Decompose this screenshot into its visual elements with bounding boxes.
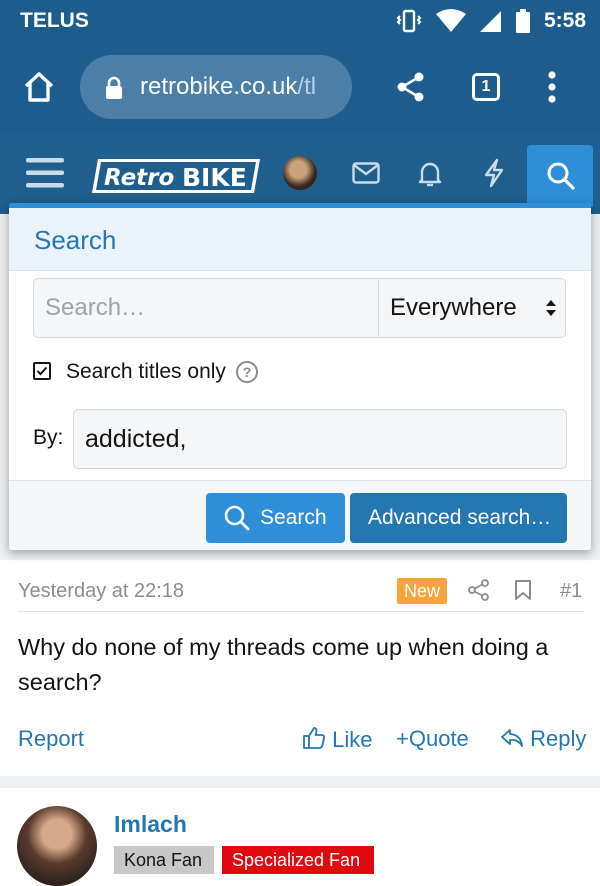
like-label: Like <box>332 727 373 752</box>
titles-only-label[interactable]: Search titles only <box>66 360 226 384</box>
plus-icon: + <box>396 726 409 751</box>
search-popup: Search Everywhere Search titles only ? B… <box>9 203 591 550</box>
search-button-label: Search <box>260 506 327 529</box>
post-body: Why do none of my threads come up when d… <box>18 634 549 695</box>
titles-only-checkbox[interactable] <box>33 362 51 380</box>
lightning-icon[interactable] <box>482 158 506 188</box>
post-date[interactable]: Yesterday at 22:18 <box>18 580 184 603</box>
advanced-search-button[interactable]: Advanced search… <box>350 493 567 543</box>
reply-button[interactable]: Reply <box>500 726 586 752</box>
reply-icon <box>501 729 523 747</box>
carrier-name: TELUS <box>20 9 89 32</box>
url-path: /tl <box>297 73 317 100</box>
quote-button[interactable]: +Quote <box>396 726 469 752</box>
svg-text:BIKE: BIKE <box>182 163 247 192</box>
mail-icon[interactable] <box>352 162 380 184</box>
svg-text:Retro: Retro <box>104 165 174 191</box>
status-bar: TELUS 5:58 <box>0 0 600 42</box>
url-text: retrobike.co.uk/tl <box>140 73 340 101</box>
share-icon[interactable] <box>468 579 490 601</box>
search-icon <box>224 505 250 531</box>
home-icon[interactable] <box>22 70 56 104</box>
tabs-icon[interactable]: 1 <box>472 73 500 101</box>
scope-value: Everywhere <box>390 294 517 321</box>
help-icon[interactable]: ? <box>236 361 258 383</box>
reply-label: Reply <box>530 726 587 751</box>
by-member-input[interactable] <box>73 409 567 469</box>
post-number[interactable]: #1 <box>560 580 582 603</box>
bell-icon[interactable] <box>418 160 442 188</box>
thumbs-up-icon <box>303 727 325 749</box>
retrobike-logo[interactable]: Retro BIKE <box>92 156 262 196</box>
bookmark-icon[interactable] <box>514 579 532 601</box>
user-badge: Kona Fan <box>114 846 214 874</box>
like-button[interactable]: Like <box>302 726 372 753</box>
battery-icon <box>515 9 530 33</box>
search-button[interactable]: Search <box>206 493 345 543</box>
advanced-search-label: Advanced search… <box>368 506 552 529</box>
checkmark-icon <box>36 366 48 376</box>
url-bar[interactable]: retrobike.co.uk/tl <box>80 55 352 119</box>
select-arrows-icon <box>546 300 556 316</box>
search-icon <box>547 162 575 190</box>
search-input[interactable] <box>33 278 378 338</box>
clock: 5:58 <box>543 9 586 32</box>
quote-label: Quote <box>408 726 469 751</box>
signal-icon <box>479 11 501 32</box>
popup-header: Search <box>9 208 591 271</box>
popup-title: Search <box>34 225 117 255</box>
popup-footer: Search Advanced search… <box>9 480 591 550</box>
member-avatar[interactable] <box>17 806 97 886</box>
by-label: By: <box>33 426 64 449</box>
lock-icon <box>106 76 122 99</box>
overflow-menu-icon[interactable] <box>546 70 558 104</box>
member-username[interactable]: Imlach <box>114 811 187 838</box>
user-badge: Specialized Fan <box>222 846 374 874</box>
scope-select[interactable]: Everywhere <box>378 278 566 338</box>
url-domain: retrobike.co.uk <box>140 73 298 100</box>
new-badge: New <box>397 578 447 604</box>
user-avatar[interactable] <box>283 156 317 190</box>
vibrate-icon <box>396 9 422 33</box>
share-icon[interactable] <box>396 72 426 102</box>
wifi-icon <box>435 9 466 32</box>
browser-toolbar: retrobike.co.uk/tl <box>0 42 600 134</box>
post-divider <box>18 611 584 612</box>
menu-icon[interactable] <box>26 157 64 189</box>
report-link[interactable]: Report <box>18 726 84 752</box>
